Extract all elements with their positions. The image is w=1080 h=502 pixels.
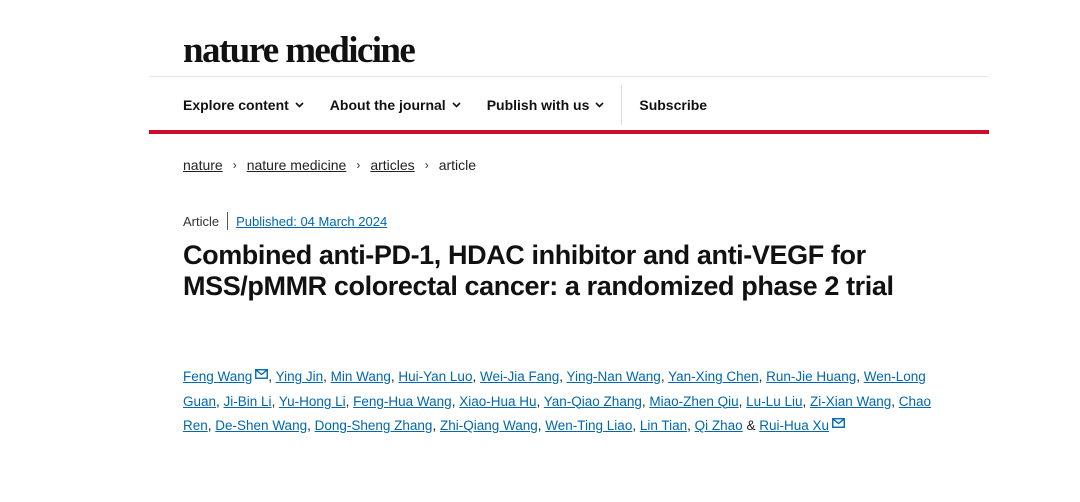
breadcrumb-articles[interactable]: articles	[370, 157, 414, 173]
mail-icon[interactable]	[832, 418, 845, 428]
nav-subscribe[interactable]: Subscribe	[639, 97, 707, 113]
mail-icon[interactable]	[255, 369, 269, 379]
author-link[interactable]: Run-Jie Huang	[766, 369, 856, 384]
article-type: Article	[183, 213, 220, 229]
author-link[interactable]: Rui-Hua Xu	[759, 418, 829, 433]
breadcrumb: nature › nature medicine › articles › ar…	[183, 157, 476, 173]
chevron-right-icon: ›	[424, 158, 429, 172]
breadcrumb-nature-medicine[interactable]: nature medicine	[247, 157, 347, 173]
breadcrumb-current: article	[438, 157, 477, 173]
meta-divider	[227, 212, 229, 230]
author-link[interactable]: De-Shen Wang	[215, 418, 307, 433]
article-title: Combined anti-PD-1, HDAC inhibitor and a…	[183, 240, 894, 301]
author-link[interactable]: Min Wang	[331, 369, 391, 384]
nav-about-journal[interactable]: About the journal	[330, 97, 461, 113]
nav-label: About the journal	[329, 97, 446, 113]
author-link[interactable]: Feng-Hua Wang	[353, 394, 452, 409]
chevron-down-icon	[595, 102, 604, 108]
author-link[interactable]: Dong-Sheng Zhang	[315, 418, 433, 433]
main-nav: Explore content About the journal Publis…	[183, 85, 707, 125]
author-link[interactable]: Qi Zhao	[695, 418, 743, 433]
author-link[interactable]: Zhi-Qiang Wang	[440, 418, 538, 433]
chevron-down-icon	[295, 102, 304, 108]
published-date[interactable]: Published: 04 March 2024	[236, 214, 387, 229]
chevron-right-icon: ›	[356, 158, 361, 172]
author-link[interactable]: Miao-Zhen Qiu	[649, 394, 738, 409]
nav-label: Publish with us	[486, 97, 590, 113]
author-link[interactable]: Ying Jin	[276, 369, 324, 384]
author-link[interactable]: Xiao-Hua Hu	[459, 394, 536, 409]
accent-bar	[149, 130, 989, 134]
chevron-right-icon: ›	[232, 158, 237, 172]
author-link[interactable]: Yan-Xing Chen	[668, 369, 759, 384]
author-link[interactable]: Zi-Xian Wang	[810, 394, 891, 409]
header-divider	[149, 76, 989, 77]
author-link[interactable]: Lu-Lu Liu	[746, 394, 802, 409]
author-link[interactable]: Lin Tian	[640, 418, 687, 433]
author-link[interactable]: Hui-Yan Luo	[398, 369, 472, 384]
breadcrumb-nature[interactable]: nature	[183, 157, 223, 173]
and-separator: &	[746, 418, 756, 433]
author-link[interactable]: Ying-Nan Wang	[567, 369, 661, 384]
nav-divider	[621, 85, 623, 125]
nav-publish-with-us[interactable]: Publish with us	[487, 97, 605, 113]
nav-explore-content[interactable]: Explore content	[183, 97, 304, 113]
nav-label: Subscribe	[639, 97, 708, 113]
author-link[interactable]: Ji-Bin Li	[224, 394, 272, 409]
author-list: Feng Wang, Ying Jin, Min Wang, Hui-Yan L…	[183, 369, 932, 433]
author-link[interactable]: Wen-Ting Liao	[545, 418, 632, 433]
nav-label: Explore content	[183, 97, 289, 113]
chevron-down-icon	[452, 102, 461, 108]
author-link[interactable]: Wei-Jia Fang	[480, 369, 559, 384]
article-meta: Article Published: 04 March 2024	[183, 212, 387, 230]
journal-logo[interactable]: nature medicine	[183, 28, 416, 74]
author-link[interactable]: Yan-Qiao Zhang	[544, 394, 642, 409]
author-link[interactable]: Yu-Hong Li	[279, 394, 346, 409]
author-link[interactable]: Feng Wang	[183, 369, 252, 384]
